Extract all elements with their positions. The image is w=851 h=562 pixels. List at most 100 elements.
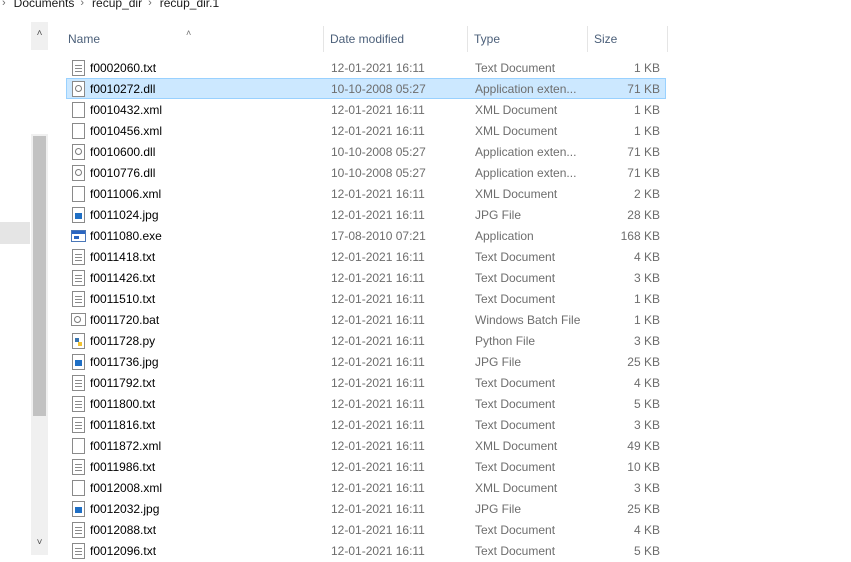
- file-name: f0011024.jpg: [90, 208, 159, 222]
- breadcrumb-documents[interactable]: Documents: [14, 0, 75, 10]
- file-date-modified: 17-08-2010 07:21: [331, 229, 426, 243]
- file-name: f0010432.xml: [90, 103, 163, 117]
- file-date-modified: 12-01-2021 16:11: [331, 313, 425, 327]
- file-row[interactable]: f0011728.py 12-01-2021 16:11 Python File 3 …: [66, 330, 666, 351]
- file-name: f0012096.txt: [90, 544, 157, 558]
- file-row[interactable]: f0011006.xml 12-01-2021 16:11 XML Document…: [66, 183, 666, 204]
- column-header-name[interactable]: Name ˄: [62, 26, 324, 52]
- nav-selected-item[interactable]: [0, 222, 30, 244]
- file-row[interactable]: f0011800.txt 12-01-2021 16:11 Text Documen…: [66, 393, 666, 414]
- file-row[interactable]: f0010776.dll 10-10-2008 05:27 Application …: [66, 162, 666, 183]
- file-name: f0011872.xml: [90, 439, 162, 453]
- breadcrumb-recup-dir-1[interactable]: recup_dir.1: [160, 0, 219, 10]
- breadcrumb-recup-dir[interactable]: recup_dir: [92, 0, 142, 10]
- file-type: Text Document: [475, 292, 556, 306]
- file-name: f0012088.txt: [90, 523, 157, 537]
- file-size: 3 KB: [633, 334, 660, 348]
- file-size: 168 KB: [620, 229, 660, 243]
- file-row[interactable]: f0012008.xml 12-01-2021 16:11 XML Document…: [66, 477, 666, 498]
- file-row[interactable]: f0011816.txt 12-01-2021 16:11 Text Documen…: [66, 414, 666, 435]
- vertical-scrollbar[interactable]: ˄ ˅: [31, 22, 48, 555]
- text-file-icon: [72, 396, 85, 412]
- file-name: f0002060.txt: [90, 61, 157, 75]
- file-date-modified: 12-01-2021 16:11: [331, 124, 425, 138]
- exe-file-icon: [71, 230, 86, 242]
- file-row[interactable]: f0011510.txt 12-01-2021 16:11 Text Documen…: [66, 288, 666, 309]
- file-date-modified: 12-01-2021 16:11: [331, 502, 425, 516]
- file-size: 1 KB: [633, 292, 660, 306]
- file-name: f0010456.xml: [90, 124, 163, 138]
- file-size: 25 KB: [627, 502, 660, 516]
- file-name: f0011720.bat: [90, 313, 160, 327]
- file-date-modified: 12-01-2021 16:11: [331, 187, 425, 201]
- bat-file-icon: [71, 313, 86, 326]
- file-type: XML Document: [475, 481, 558, 495]
- file-name: f0012008.xml: [90, 481, 163, 495]
- file-size: 3 KB: [633, 418, 660, 432]
- file-date-modified: 12-01-2021 16:11: [331, 334, 425, 348]
- file-row[interactable]: f0011426.txt 12-01-2021 16:11 Text Documen…: [66, 267, 666, 288]
- file-date-modified: 12-01-2021 16:11: [331, 418, 425, 432]
- file-type: XML Document: [475, 187, 558, 201]
- file-row[interactable]: f0010600.dll 10-10-2008 05:27 Application …: [66, 141, 666, 162]
- file-row[interactable]: f0011736.jpg 12-01-2021 16:11 JPG File 25 K…: [66, 351, 666, 372]
- chevron-right-icon[interactable]: ›: [80, 0, 84, 9]
- file-date-modified: 12-01-2021 16:11: [331, 103, 425, 117]
- column-header-type[interactable]: Type: [468, 26, 588, 52]
- file-name: f0011006.xml: [90, 187, 162, 201]
- column-header-date-label: Date modified: [330, 32, 405, 46]
- file-name: f0010776.dll: [90, 166, 156, 180]
- file-type: Text Document: [475, 460, 556, 474]
- file-date-modified: 12-01-2021 16:11: [331, 481, 425, 495]
- jpg-file-icon: [72, 354, 85, 370]
- file-row[interactable]: f0011720.bat 12-01-2021 16:11 Windows Batc…: [66, 309, 666, 330]
- file-date-modified: 12-01-2021 16:11: [331, 355, 425, 369]
- file-row[interactable]: f0011986.txt 12-01-2021 16:11 Text Documen…: [66, 456, 666, 477]
- column-header-size[interactable]: Size: [588, 26, 668, 52]
- file-row[interactable]: f0012088.txt 12-01-2021 16:11 Text Documen…: [66, 519, 666, 540]
- scroll-up-arrow-icon[interactable]: ˄: [31, 25, 48, 42]
- file-row[interactable]: f0011024.jpg 12-01-2021 16:11 JPG File 28 K…: [66, 204, 666, 225]
- file-type: Text Document: [475, 376, 556, 390]
- file-size: 1 KB: [633, 313, 660, 327]
- text-file-icon: [72, 249, 85, 265]
- file-name: f0011510.txt: [90, 292, 156, 306]
- file-type: Python File: [475, 334, 536, 348]
- file-type: Application exten...: [475, 82, 577, 96]
- file-type: JPG File: [475, 502, 522, 516]
- file-row[interactable]: f0002060.txt 12-01-2021 16:11 Text Documen…: [66, 57, 666, 78]
- scrollbar-track[interactable]: [31, 50, 48, 134]
- file-size: 28 KB: [627, 208, 660, 222]
- file-date-modified: 10-10-2008 05:27: [331, 145, 426, 159]
- file-name: f0011426.txt: [90, 271, 156, 285]
- chevron-right-icon[interactable]: ›: [148, 0, 152, 9]
- xml-file-icon: [72, 123, 85, 139]
- file-type: Text Document: [475, 397, 556, 411]
- dll-file-icon: [72, 81, 85, 97]
- scrollbar-thumb[interactable]: [33, 136, 46, 416]
- file-row[interactable]: f0010432.xml 12-01-2021 16:11 XML Document…: [66, 99, 666, 120]
- file-row[interactable]: f0012032.jpg 12-01-2021 16:11 JPG File 25 K…: [66, 498, 666, 519]
- file-row[interactable]: f0011792.txt 12-01-2021 16:11 Text Documen…: [66, 372, 666, 393]
- file-date-modified: 12-01-2021 16:11: [331, 544, 425, 558]
- file-name: f0011816.txt: [90, 418, 156, 432]
- xml-file-icon: [72, 102, 85, 118]
- file-row[interactable]: f0011418.txt 12-01-2021 16:11 Text Documen…: [66, 246, 666, 267]
- column-header-date-modified[interactable]: Date modified: [324, 26, 468, 52]
- chevron-right-icon: ›: [2, 0, 6, 9]
- file-row[interactable]: f0012096.txt 12-01-2021 16:11 Text Documen…: [66, 540, 666, 561]
- file-type: JPG File: [475, 355, 522, 369]
- text-file-icon: [72, 60, 85, 76]
- file-size: 3 KB: [633, 271, 660, 285]
- file-row[interactable]: f0011080.exe 17-08-2010 07:21 Application 1…: [66, 225, 666, 246]
- column-header-name-label: Name: [68, 32, 101, 46]
- file-date-modified: 10-10-2008 05:27: [331, 82, 426, 96]
- file-list: f0002060.txt 12-01-2021 16:11 Text Documen…: [66, 57, 666, 561]
- column-header-size-label: Size: [594, 32, 618, 46]
- file-date-modified: 12-01-2021 16:11: [331, 439, 425, 453]
- file-row[interactable]: f0010456.xml 12-01-2021 16:11 XML Document…: [66, 120, 666, 141]
- file-size: 5 KB: [633, 544, 660, 558]
- file-row[interactable]: f0010272.dll 10-10-2008 05:27 Application …: [66, 78, 666, 99]
- file-row[interactable]: f0011872.xml 12-01-2021 16:11 XML Document…: [66, 435, 666, 456]
- scroll-down-arrow-icon[interactable]: ˅: [31, 534, 48, 551]
